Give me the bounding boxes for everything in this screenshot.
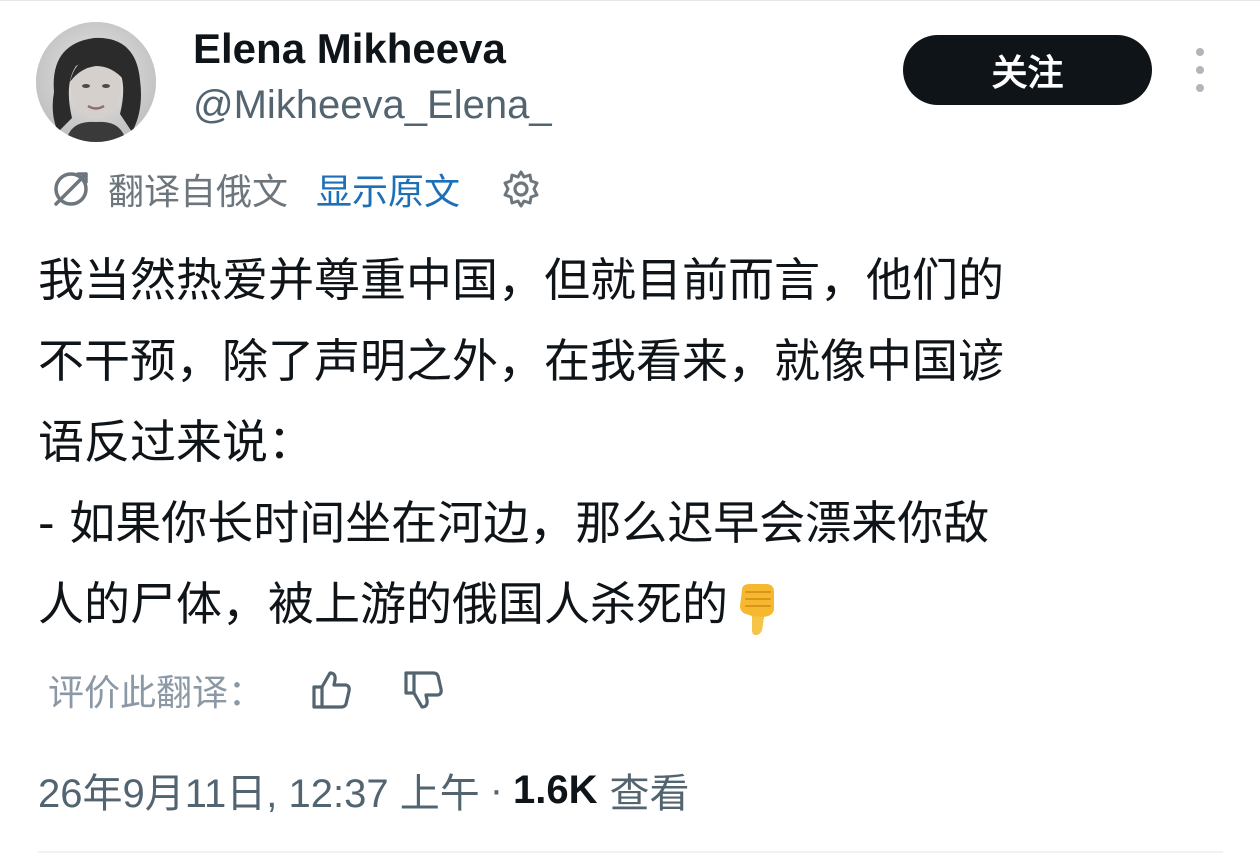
- thumbs-down-icon[interactable]: [400, 667, 446, 713]
- bottom-divider: [38, 851, 1223, 853]
- more-dot: [1196, 84, 1204, 92]
- more-vertical-icon: [1196, 48, 1204, 56]
- rate-translation-label: 评价此翻译：: [48, 673, 265, 714]
- pointing-down-hand-emoji: [740, 583, 774, 635]
- translate-icon: [54, 172, 88, 206]
- post-timestamp[interactable]: 26年9月11日, 12:37 上午: [38, 761, 480, 819]
- translated-from-label: 翻译自俄文: [108, 172, 289, 213]
- author-name[interactable]: Elena Mikheeva: [193, 24, 506, 74]
- more-options-button[interactable]: [1188, 48, 1212, 92]
- rate-translation-bar: 评价此翻译：: [48, 662, 446, 718]
- post-body-line: 不干预，除了声明之外，在我看来，就像中国谚: [38, 334, 1004, 388]
- translation-bar: 翻译自俄文 显示原文: [48, 164, 542, 214]
- gear-icon[interactable]: [500, 168, 542, 210]
- views-label: 查看: [609, 772, 690, 816]
- avatar[interactable]: [36, 22, 156, 142]
- post-body-line: 我当然热爱并尊重中国，但就目前而言，他们的: [38, 253, 1004, 307]
- post-body-last-line: 人的尸体，被上游的俄国人杀死的: [38, 564, 1228, 645]
- post-body-line: 人的尸体，被上游的俄国人杀死的: [38, 577, 728, 631]
- show-original-link[interactable]: 显示原文: [316, 163, 460, 215]
- post-body-line: - 如果你长时间坐在河边，那么迟早会漂来你敌: [38, 496, 990, 550]
- top-divider: [0, 0, 1260, 1]
- views-count: 1.6K: [513, 767, 598, 812]
- follow-button[interactable]: 关注: [903, 35, 1152, 105]
- post-body-line: 语反过来说：: [38, 415, 314, 469]
- more-dot: [1196, 66, 1204, 74]
- meta-separator: ·: [489, 767, 504, 812]
- avatar-image: [36, 22, 156, 142]
- thumbs-up-icon[interactable]: [308, 667, 354, 713]
- post-meta: 26年9月11日, 12:37 上午 · 1.6K 查看: [38, 762, 690, 818]
- author-handle[interactable]: @Mikheeva_Elena_: [193, 80, 552, 130]
- post-body: 我当然热爱并尊重中国，但就目前而言，他们的 不干预，除了声明之外，在我看来，就像…: [38, 240, 1228, 645]
